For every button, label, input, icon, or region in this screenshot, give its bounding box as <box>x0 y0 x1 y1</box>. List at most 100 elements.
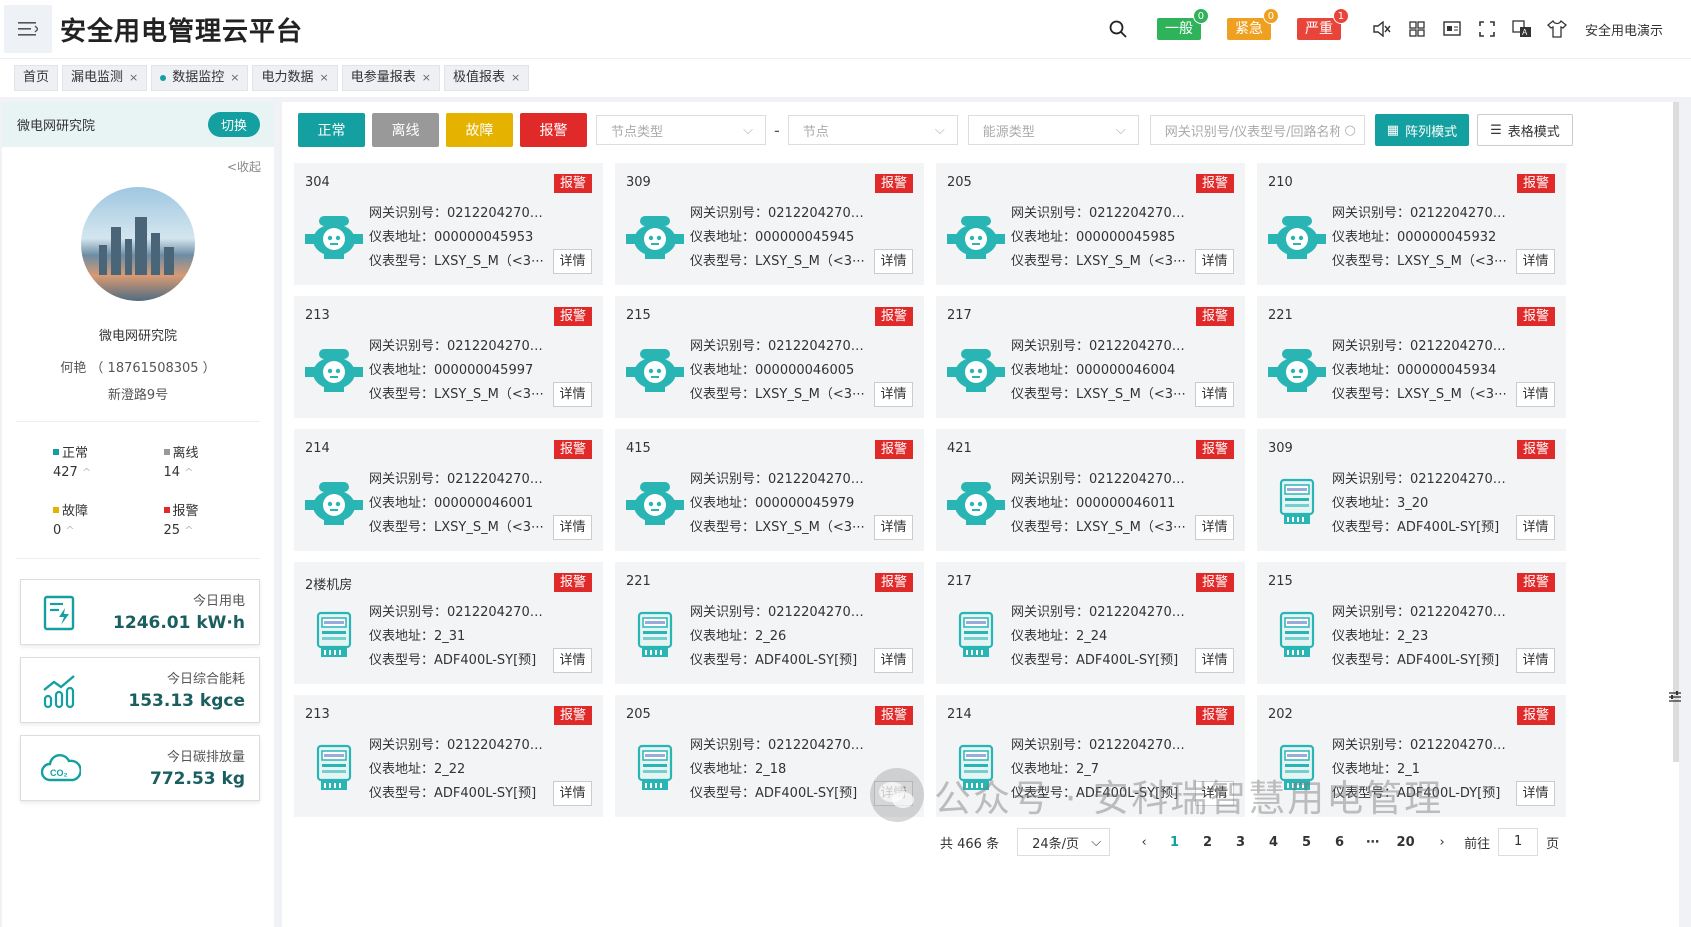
detail-button[interactable]: 详情 <box>1195 249 1234 274</box>
device-card[interactable]: 217 报警网关识别号：02122042700210 仪表地址：2_24 仪表型号：A… <box>936 562 1245 684</box>
status-stat[interactable]: 正常 427 ^ <box>53 442 164 480</box>
detail-button[interactable]: 详情 <box>874 515 913 540</box>
status-stat[interactable]: 故障 0 ^ <box>53 500 164 538</box>
tab-4[interactable]: 电参量报表 × <box>341 65 440 91</box>
alarm-level-2-button[interactable]: 严重 1 <box>1296 8 1349 40</box>
status-filter-button[interactable]: 报警 <box>520 113 587 147</box>
shirt-icon[interactable] <box>1546 18 1568 40</box>
gateway-line: 网关识别号：02122042700210 <box>369 601 549 620</box>
detail-button[interactable]: 详情 <box>1516 249 1555 274</box>
device-card[interactable]: 213 报警网关识别号：02122042700210 仪表地址：2_22 仪表型号：A… <box>294 695 603 817</box>
detail-button[interactable]: 详情 <box>553 249 592 274</box>
node-select[interactable]: 节点 ⌵ <box>787 115 958 145</box>
status-filter-button[interactable]: 故障 <box>446 113 513 147</box>
status-filter-button[interactable]: 正常 <box>298 113 365 147</box>
collapse-button[interactable]: <收起 <box>2 147 274 175</box>
device-card[interactable]: 309 报警网关识别号：02122042700210 仪表地址：0000000459… <box>615 163 924 285</box>
status-stat[interactable]: 离线 14 ^ <box>163 442 275 480</box>
device-card[interactable]: 221 报警网关识别号：02122042700210 仪表地址：0000000459… <box>1257 296 1566 418</box>
device-card[interactable]: 210 报警网关识别号：02122042700210 仪表地址：0000000459… <box>1257 163 1566 285</box>
detail-button[interactable]: 详情 <box>874 648 913 673</box>
close-icon[interactable]: × <box>511 66 520 90</box>
goto-page-input[interactable]: 1 <box>1498 828 1539 856</box>
page-size-select[interactable]: 24条/页 ⌵ <box>1017 828 1111 856</box>
status-stat[interactable]: 报警 25 ^ <box>163 500 275 538</box>
switch-button[interactable]: 切换 <box>207 112 260 137</box>
page-number-button[interactable]: 4 <box>1257 835 1290 850</box>
close-icon[interactable]: × <box>422 66 431 90</box>
table-mode-button[interactable]: ☰ 表格模式 <box>1477 114 1573 146</box>
page-number-button[interactable]: 1 <box>1158 835 1191 850</box>
model-line: 仪表型号：LXSY_S_M（<3⋯ <box>1011 250 1191 269</box>
mute-icon[interactable] <box>1371 18 1393 40</box>
device-card[interactable]: 205 报警网关识别号：02122042700210 仪表地址：0000000459… <box>936 163 1245 285</box>
tab-1[interactable]: 漏电监测 × <box>62 65 148 91</box>
translate-icon[interactable]: A <box>1511 18 1533 40</box>
page-number-button[interactable]: 5 <box>1290 835 1323 850</box>
menu-toggle-button[interactable] <box>4 5 52 53</box>
device-card[interactable]: 304 报警网关识别号：02122042700210 仪表地址：0000000459… <box>294 163 603 285</box>
close-icon[interactable]: × <box>129 66 138 90</box>
device-card[interactable]: 215 报警网关识别号：02122042700210 仪表地址：0000000460… <box>615 296 924 418</box>
tab-5[interactable]: 极值报表 × <box>443 65 530 91</box>
detail-button[interactable]: 详情 <box>1195 515 1234 540</box>
water-meter-icon <box>947 212 1005 260</box>
detail-button[interactable]: 详情 <box>1195 382 1234 407</box>
detail-button[interactable]: 详情 <box>553 781 592 806</box>
alarm-level-1-button[interactable]: 紧急 0 <box>1226 8 1279 40</box>
energy-type-select[interactable]: 能源类型 ⌵ <box>967 115 1139 145</box>
detail-button[interactable]: 详情 <box>874 249 913 274</box>
model-value: LXSY_S_M（<3⋯ <box>1076 254 1186 269</box>
address-line: 仪表地址：000000046004 <box>1011 359 1191 378</box>
gateway-value: 02122042700210 <box>1089 605 1191 620</box>
device-card[interactable]: 213 报警网关识别号：02122042700210 仪表地址：0000000459… <box>294 296 603 418</box>
next-page-button[interactable]: › <box>1422 835 1462 850</box>
settings-sliders-icon[interactable] <box>1668 689 1682 708</box>
array-mode-button[interactable]: ▦ 阵列模式 <box>1374 114 1470 146</box>
device-name: 221 <box>1268 308 1293 323</box>
close-icon[interactable]: × <box>230 66 239 90</box>
page-number-button[interactable]: 3 <box>1224 835 1257 850</box>
fullscreen-icon[interactable] <box>1476 18 1498 40</box>
page-number-button[interactable]: ⋯ <box>1356 835 1389 850</box>
model-label: 仪表型号： <box>1332 520 1398 535</box>
tab-0[interactable]: 首页 <box>14 65 59 91</box>
status-filter-button[interactable]: 离线 <box>372 113 439 147</box>
address-label: 仪表地址： <box>690 363 756 378</box>
device-card[interactable]: 217 报警网关识别号：02122042700210 仪表地址：0000000460… <box>936 296 1245 418</box>
close-icon[interactable]: × <box>320 66 329 90</box>
alarm-level-0-button[interactable]: 一般 0 <box>1156 8 1209 40</box>
detail-button[interactable]: 详情 <box>1516 382 1555 407</box>
tab-3[interactable]: 电力数据 × <box>252 65 338 91</box>
layout-icon[interactable] <box>1406 18 1428 40</box>
tab-2[interactable]: 数据监控 × <box>151 65 249 91</box>
device-card[interactable]: 309 报警网关识别号：02122042700210 仪表地址：3_20 仪表型号：A… <box>1257 429 1566 551</box>
detail-button[interactable]: 详情 <box>1195 648 1234 673</box>
detail-button[interactable]: 详情 <box>1516 648 1555 673</box>
device-card[interactable]: 214 报警网关识别号：02122042700210 仪表地址：0000000460… <box>294 429 603 551</box>
detail-button[interactable]: 详情 <box>553 648 592 673</box>
page-number-button[interactable]: 20 <box>1389 835 1422 850</box>
device-card[interactable]: 421 报警网关识别号：02122042700210 仪表地址：0000000460… <box>936 429 1245 551</box>
user-name[interactable]: 安全用电演示 <box>1585 20 1663 39</box>
detail-button[interactable]: 详情 <box>553 515 592 540</box>
tab-label: 漏电监测 <box>71 70 124 85</box>
device-card[interactable]: 415 报警网关识别号：02122042700210 仪表地址：0000000459… <box>615 429 924 551</box>
monitor-icon[interactable] <box>1441 18 1463 40</box>
detail-button[interactable]: 详情 <box>1516 781 1555 806</box>
prev-page-button[interactable]: ‹ <box>1130 835 1158 850</box>
search-icon[interactable] <box>1107 18 1129 40</box>
detail-button[interactable]: 详情 <box>874 382 913 407</box>
stat-value: 14 ^ <box>164 465 275 480</box>
page-number-button[interactable]: 2 <box>1191 835 1224 850</box>
address-line: 仪表地址：000000045953 <box>369 226 549 245</box>
search-input[interactable]: 网关识别号/仪表型号/回路名称 ○ <box>1149 115 1365 145</box>
device-card[interactable]: 215 报警网关识别号：02122042700210 仪表地址：2_23 仪表型号：A… <box>1257 562 1566 684</box>
device-card[interactable]: 221 报警网关识别号：02122042700210 仪表地址：2_26 仪表型号：A… <box>615 562 924 684</box>
detail-button[interactable]: 详情 <box>1516 515 1555 540</box>
node-type-select[interactable]: 节点类型 ⌵ <box>596 115 766 145</box>
scrollbar[interactable] <box>1673 102 1679 762</box>
page-number-button[interactable]: 6 <box>1323 835 1356 850</box>
device-card[interactable]: 2楼机房 报警网关识别号：02122042700210 仪表地址：2_31 仪表型号：… <box>294 562 603 684</box>
detail-button[interactable]: 详情 <box>553 382 592 407</box>
